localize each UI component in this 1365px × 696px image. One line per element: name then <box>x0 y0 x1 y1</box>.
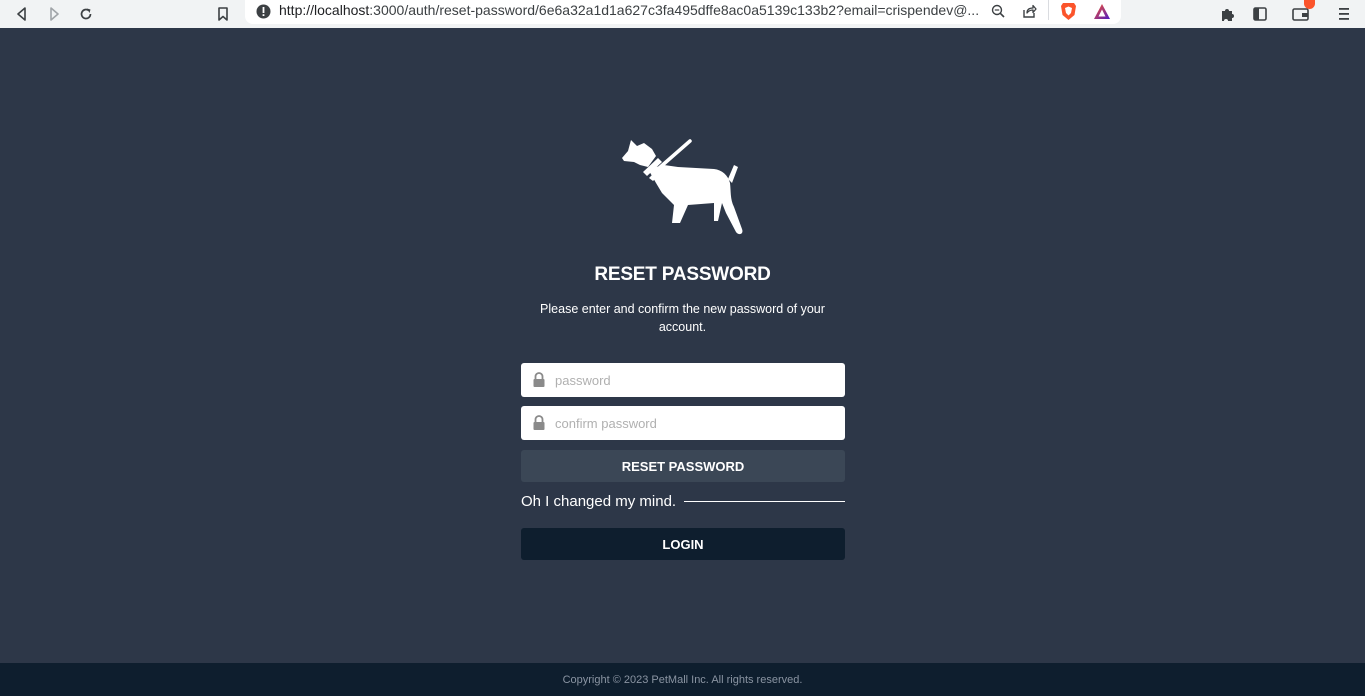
confirm-password-input[interactable] <box>555 406 840 440</box>
url-host: http://localhost <box>279 2 370 18</box>
sidebar-icon[interactable] <box>1248 0 1272 28</box>
address-bar-separator <box>1048 0 1049 20</box>
browser-toolbar: http://localhost:3000/auth/reset-passwor… <box>0 0 1365 28</box>
changed-mind-divider: Oh I changed my mind. <box>521 491 845 511</box>
back-icon[interactable] <box>10 0 34 28</box>
reload-icon[interactable] <box>74 0 98 28</box>
brave-shield-icon[interactable] <box>1059 1 1077 21</box>
reset-password-page: RESET PASSWORD Please enter and confirm … <box>0 28 1365 663</box>
share-icon[interactable] <box>1021 3 1037 19</box>
forward-icon[interactable] <box>42 0 66 28</box>
lock-icon <box>532 415 546 431</box>
password-input[interactable] <box>555 363 840 397</box>
reset-password-button[interactable]: RESET PASSWORD <box>521 450 845 482</box>
brave-rewards-icon[interactable] <box>1093 2 1111 20</box>
extensions-icon[interactable] <box>1216 0 1240 28</box>
page-subtitle: Please enter and confirm the new passwor… <box>540 302 825 334</box>
divider-line <box>684 500 845 502</box>
lock-icon <box>532 372 546 388</box>
page-title: RESET PASSWORD <box>594 264 771 285</box>
wallet-badge <box>1304 0 1315 9</box>
bookmark-icon[interactable] <box>211 0 235 28</box>
menu-icon[interactable] <box>1332 0 1356 28</box>
copyright-text: Copyright © 2023 PetMall Inc. All rights… <box>562 673 803 686</box>
page-footer: Copyright © 2023 PetMall Inc. All rights… <box>0 663 1365 696</box>
changed-mind-text: Oh I changed my mind. <box>521 492 677 510</box>
confirm-password-field[interactable] <box>521 406 845 440</box>
login-button[interactable]: LOGIN <box>521 528 845 560</box>
address-bar[interactable]: http://localhost:3000/auth/reset-passwor… <box>245 0 1121 24</box>
site-info-icon[interactable] <box>255 3 271 19</box>
zoom-icon[interactable] <box>990 3 1006 19</box>
url-path: :3000/auth/reset-password/6e6a32a1d1a627… <box>369 2 979 18</box>
dog-logo-icon <box>618 135 748 237</box>
password-field[interactable] <box>521 363 845 397</box>
url-text: http://localhost:3000/auth/reset-passwor… <box>279 2 979 18</box>
